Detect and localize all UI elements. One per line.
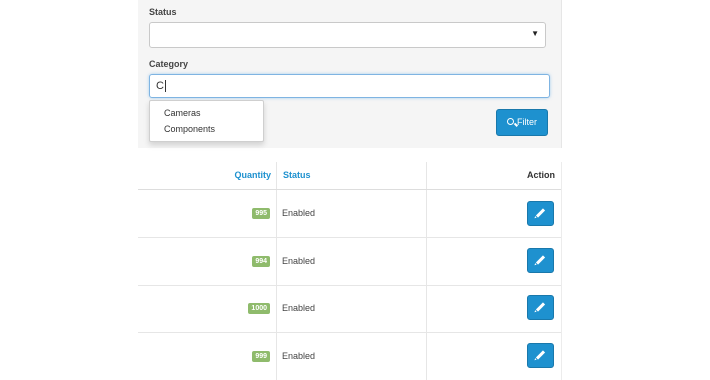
quantity-badge: 1000 xyxy=(248,303,270,314)
column-header-action: Action xyxy=(527,170,555,180)
quantity-badge: 995 xyxy=(252,208,270,219)
pencil-icon xyxy=(535,255,546,265)
caret-down-icon: ▼ xyxy=(531,29,539,38)
autocomplete-item-components[interactable]: Components xyxy=(164,124,215,134)
status-label: Status xyxy=(149,7,177,17)
status-text: Enabled xyxy=(282,303,316,313)
status-text: Enabled xyxy=(282,351,316,361)
column-header-quantity[interactable]: Quantity xyxy=(138,162,271,189)
pencil-icon xyxy=(535,208,546,218)
column-header-status[interactable]: Status xyxy=(283,162,311,189)
text-cursor xyxy=(164,80,166,93)
product-table: Quantity Status Action 995 Enabled 994 E… xyxy=(138,162,562,380)
column-divider xyxy=(426,162,427,380)
category-input[interactable]: C xyxy=(149,74,550,98)
category-autocomplete: Cameras Components xyxy=(149,100,264,142)
search-icon xyxy=(507,118,514,126)
filter-button[interactable]: Filter xyxy=(496,109,548,136)
edit-button[interactable] xyxy=(527,295,554,320)
autocomplete-item-cameras[interactable]: Cameras xyxy=(164,108,201,118)
pencil-icon xyxy=(535,302,546,312)
edit-button[interactable] xyxy=(527,343,554,368)
status-text: Enabled xyxy=(282,256,316,266)
row-divider xyxy=(138,285,561,286)
quantity-badge: 999 xyxy=(252,351,270,362)
header-divider xyxy=(138,189,561,190)
filter-button-label: Filter xyxy=(517,117,537,127)
edit-button[interactable] xyxy=(527,201,554,226)
quantity-badge: 994 xyxy=(252,256,270,267)
status-text: Enabled xyxy=(282,208,316,218)
edit-button[interactable] xyxy=(527,248,554,273)
pencil-icon xyxy=(535,350,546,360)
row-divider xyxy=(138,237,561,238)
status-select[interactable]: ▼ xyxy=(149,22,546,48)
row-divider xyxy=(138,332,561,333)
column-divider xyxy=(276,162,277,380)
category-input-value: C xyxy=(156,80,164,92)
category-label: Category xyxy=(149,59,189,69)
